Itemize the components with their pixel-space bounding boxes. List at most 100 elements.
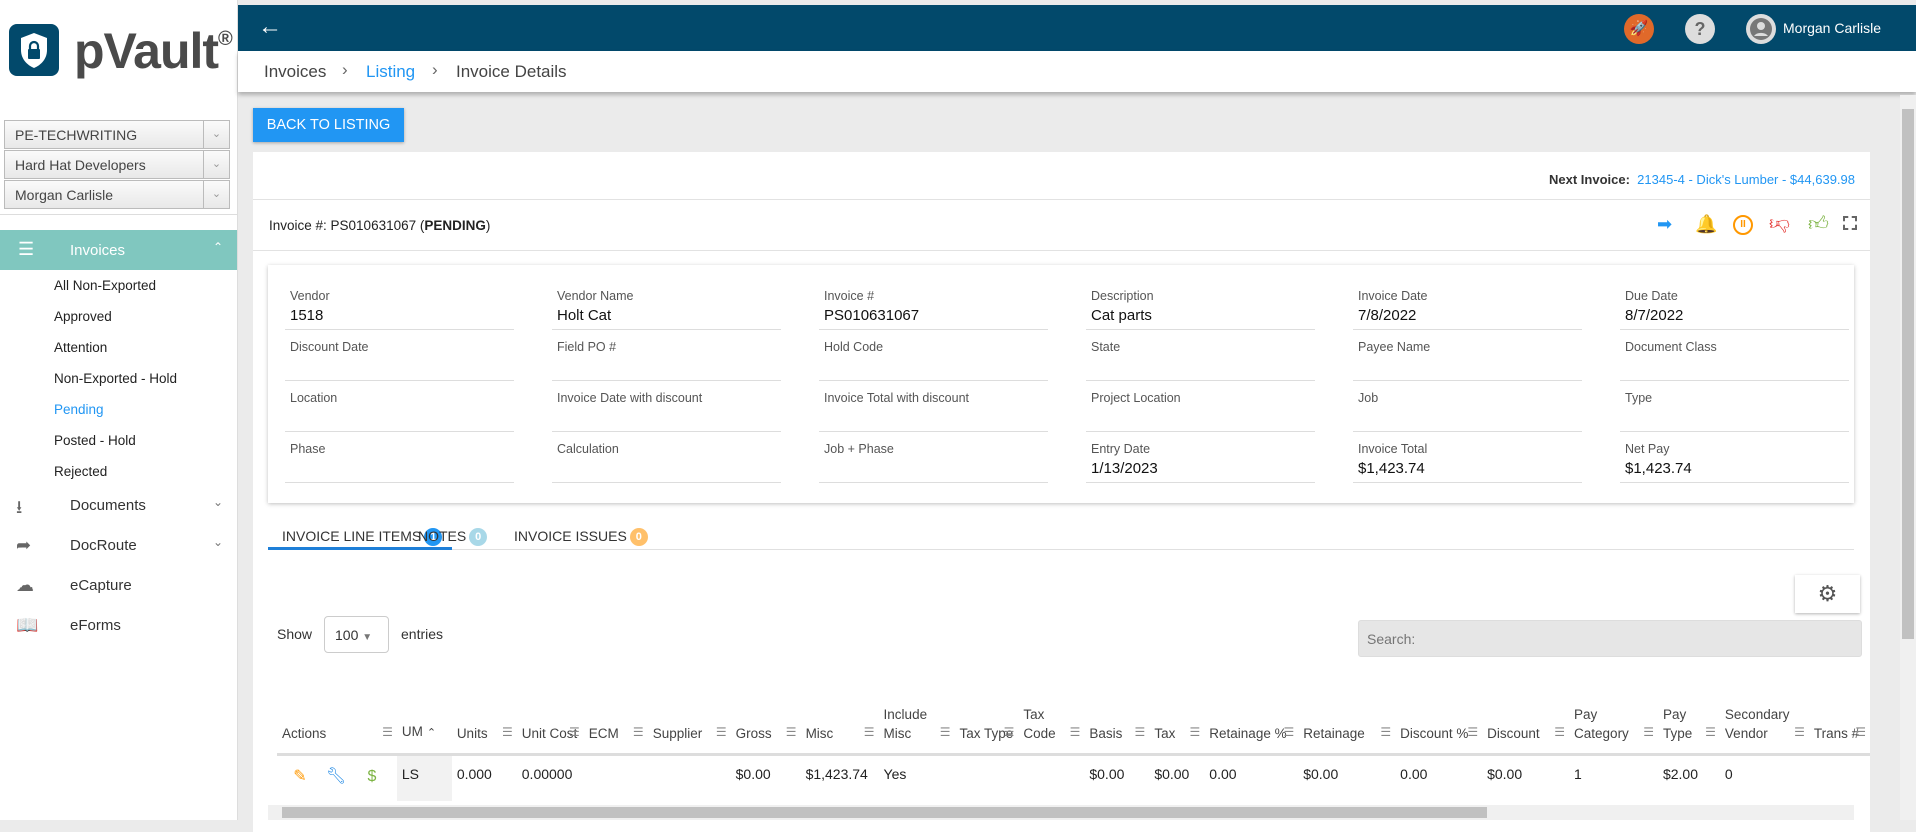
- column-header-units[interactable]: Units ☰: [451, 704, 517, 756]
- breadcrumb-invoices[interactable]: Invoices: [264, 62, 326, 82]
- breadcrumb-current: Invoice Details: [456, 62, 567, 81]
- user-select[interactable]: Morgan Carlisle ⌄: [4, 180, 230, 209]
- sidebar-subitem-attention[interactable]: Attention: [54, 340, 107, 355]
- sort-icon[interactable]: ☰: [1705, 723, 1716, 742]
- next-invoice-link[interactable]: 21345-4 - Dick's Lumber - $44,639.98: [1637, 172, 1855, 187]
- field-job: Job: [1353, 385, 1582, 432]
- field-invoice-date-with-discount: Invoice Date with discount: [552, 385, 781, 432]
- column-header-label: Pay Category: [1574, 706, 1629, 741]
- sort-icon[interactable]: ☰: [716, 723, 727, 742]
- sort-icon[interactable]: ☰: [633, 723, 644, 742]
- sidebar-subitem-posted-hold[interactable]: Posted - Hold: [54, 433, 136, 448]
- column-header-discount[interactable]: Discount % ☰: [1395, 704, 1483, 756]
- sidebar-subitem-all-non-exported[interactable]: All Non-Exported: [54, 278, 156, 293]
- user-avatar-icon[interactable]: [1746, 14, 1776, 44]
- column-header-misc[interactable]: Misc ☰: [800, 704, 879, 756]
- bell-plus-icon[interactable]: 🔔: [1695, 214, 1717, 235]
- tab-invoice-issues[interactable]: INVOICE ISSUES 0: [500, 519, 662, 555]
- sort-icon[interactable]: ☰: [1643, 723, 1654, 742]
- column-header-basis[interactable]: Basis ☰: [1084, 704, 1150, 756]
- fullscreen-icon[interactable]: [1843, 216, 1857, 230]
- edit-pencil-icon[interactable]: ✎: [282, 766, 318, 786]
- sort-icon[interactable]: ☰: [1283, 723, 1294, 742]
- sidebar-subitem-pending[interactable]: Pending: [54, 402, 104, 417]
- sidebar-item-documents[interactable]: ⭳ Documents ⌄: [0, 487, 237, 525]
- sort-icon[interactable]: ☰: [1135, 723, 1146, 742]
- column-header-label: ECM: [588, 725, 619, 741]
- thumbs-down-icon[interactable]: 👍︎: [1769, 212, 1790, 236]
- column-header-label: UM: [401, 723, 423, 739]
- cell-ecm: [584, 754, 648, 801]
- wrench-icon[interactable]: 🔧︎: [318, 766, 354, 786]
- vertical-scrollbar[interactable]: [1900, 95, 1916, 820]
- cell-unit-cost: 0.00000: [521, 765, 573, 782]
- sort-icon[interactable]: ☰: [1554, 723, 1565, 742]
- sort-icon[interactable]: ☰: [1467, 723, 1478, 742]
- field-invoice-total: Invoice Total $1,423.74: [1353, 436, 1582, 483]
- column-header-pay-category[interactable]: Pay Category ☰: [1569, 704, 1658, 756]
- sidebar-item-docroute[interactable]: ➦ DocRoute ⌄: [0, 527, 237, 565]
- company-select[interactable]: PE-TECHWRITING ⌄: [4, 120, 230, 149]
- settings-gear-button[interactable]: ⚙: [1795, 575, 1860, 613]
- sidebar-item-eforms[interactable]: 📖 eForms: [0, 607, 237, 645]
- sidebar-subitem-rejected[interactable]: Rejected: [54, 464, 107, 479]
- column-header-label: Units: [456, 725, 488, 741]
- sort-icon[interactable]: ☰: [1794, 723, 1805, 742]
- column-header-ecm[interactable]: ECM ☰: [583, 704, 648, 756]
- project-select[interactable]: Hard Hat Developers ⌄: [4, 150, 230, 179]
- column-header-um[interactable]: UM ⌃: [396, 704, 452, 756]
- thumbs-up-icon[interactable]: 👍︎: [1808, 212, 1829, 236]
- tab-notes[interactable]: NOTES 0: [404, 519, 501, 555]
- column-header-discount[interactable]: Discount ☰: [1482, 704, 1570, 756]
- sort-icon[interactable]: ☰: [786, 723, 797, 742]
- help-icon[interactable]: ?: [1685, 14, 1715, 44]
- user-name[interactable]: Morgan Carlisle: [1783, 20, 1881, 36]
- sort-icon[interactable]: ☰: [502, 723, 513, 742]
- column-header-retainage[interactable]: Retainage ☰: [1298, 704, 1396, 756]
- back-to-listing-button[interactable]: BACK TO LISTING: [253, 108, 404, 142]
- breadcrumb-listing[interactable]: Listing: [366, 62, 415, 82]
- column-header-retainage[interactable]: Retainage % ☰: [1204, 704, 1299, 756]
- field-label: Type: [1625, 391, 1653, 405]
- column-header-gross[interactable]: Gross ☰: [730, 704, 801, 756]
- page-size-select[interactable]: 100 ▼: [324, 616, 389, 653]
- sort-icon[interactable]: ☰: [569, 723, 580, 742]
- cell-tax-code: [1018, 754, 1084, 801]
- sort-icon[interactable]: ☰: [864, 723, 875, 742]
- sort-icon[interactable]: ☰: [1855, 723, 1866, 742]
- search-input[interactable]: [1358, 620, 1862, 657]
- column-header-unit-cost[interactable]: Unit Cost ☰: [516, 704, 584, 756]
- column-header-include-misc[interactable]: Include Misc ☰: [878, 704, 955, 756]
- horizontal-scrollbar[interactable]: [268, 805, 1854, 820]
- sort-asc-icon[interactable]: ⌃: [427, 727, 436, 739]
- forward-arrow-icon[interactable]: ➡: [1657, 214, 1672, 235]
- column-header-tax-type[interactable]: Tax Type ☰: [954, 704, 1019, 756]
- field-hold-code: Hold Code: [819, 334, 1048, 381]
- sidebar-subitem-approved[interactable]: Approved: [54, 309, 112, 324]
- column-header-pay-type[interactable]: Pay Type ☰: [1657, 704, 1720, 756]
- dollar-icon[interactable]: $: [354, 768, 390, 786]
- count-badge: 0: [469, 528, 488, 546]
- sort-icon[interactable]: ☰: [1004, 723, 1015, 742]
- sort-icon[interactable]: ☰: [1070, 723, 1081, 742]
- sidebar-subitem-non-exported-hold[interactable]: Non-Exported - Hold: [54, 371, 177, 386]
- column-header-trans[interactable]: Trans # ☰: [1808, 704, 1870, 756]
- sort-icon[interactable]: ☰: [382, 723, 393, 742]
- column-header-label: Retainage %: [1209, 725, 1287, 741]
- cell-secondary-vendor: 0: [1724, 765, 1733, 782]
- back-arrow-icon[interactable]: ←: [258, 13, 282, 41]
- sort-icon[interactable]: ☰: [1380, 723, 1391, 742]
- sort-icon[interactable]: ☰: [940, 723, 951, 742]
- sidebar-item-invoices[interactable]: ☰ Invoices ⌃: [0, 230, 237, 270]
- column-header-secondary-vendor[interactable]: Secondary Vendor ☰: [1719, 704, 1809, 756]
- column-header-tax-code[interactable]: Tax Code ☰: [1018, 704, 1085, 756]
- column-header-tax[interactable]: Tax ☰: [1149, 704, 1205, 756]
- sort-icon[interactable]: ☰: [1190, 723, 1201, 742]
- rocket-icon[interactable]: 🚀: [1624, 14, 1654, 44]
- pause-icon[interactable]: II: [1733, 215, 1753, 235]
- column-header-label: Discount: [1487, 725, 1540, 741]
- column-header-actions[interactable]: Actions ☰: [277, 704, 397, 756]
- column-header-supplier[interactable]: Supplier ☰: [647, 704, 731, 756]
- sidebar-item-ecapture[interactable]: ☁ eCapture: [0, 567, 237, 605]
- field-label: Field PO #: [557, 340, 617, 354]
